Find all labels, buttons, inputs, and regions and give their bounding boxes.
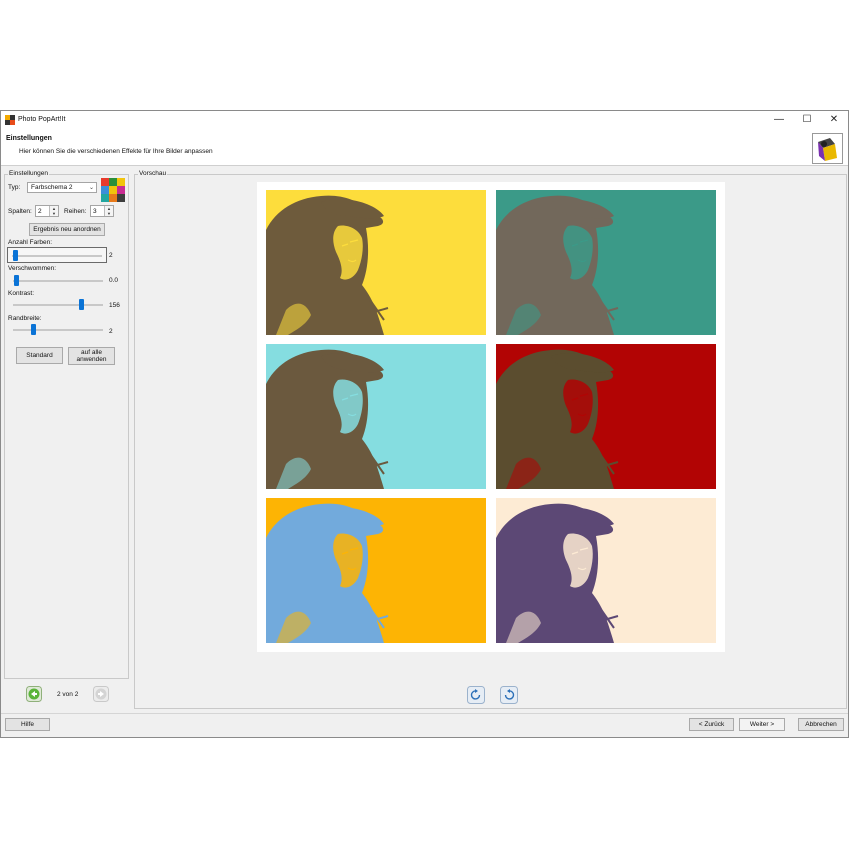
app-window: Photo PopArt!It — ☐ ✕ Einstellungen Hier… (0, 110, 849, 738)
portrait-silhouette-image (266, 190, 486, 335)
standard-button[interactable]: Standard (16, 347, 63, 364)
next-page-icon[interactable] (93, 686, 109, 702)
portrait-silhouette-image (496, 498, 716, 643)
reihen-label: Reihen: (64, 208, 87, 215)
app-logo-icon (5, 115, 15, 125)
preview-tile (266, 344, 486, 489)
page-title: Einstellungen (6, 135, 52, 142)
apply-all-line2: anwenden (76, 356, 107, 363)
wizard-header: Einstellungen Hier können Sie die versch… (1, 129, 848, 166)
settings-group-label: Einstellungen (8, 170, 50, 177)
typ-select-value: Farbschema 2 (31, 184, 73, 191)
window-title: Photo PopArt!It (18, 116, 66, 123)
verschwommen-value: 0.0 (109, 277, 119, 284)
portrait-silhouette-image (496, 190, 716, 335)
previous-page-icon[interactable] (26, 686, 42, 702)
reihen-stepper[interactable]: 3 ▲ ▼ (90, 205, 114, 217)
footer-divider (1, 713, 848, 714)
apply-all-button[interactable]: auf alle anwenden (68, 347, 115, 365)
close-button[interactable]: ✕ (823, 112, 845, 128)
preview-group-label: Vorschau (138, 170, 168, 177)
help-button[interactable]: Hilfe (5, 718, 50, 731)
page-subtitle: Hier können Sie die verschiedenen Effekt… (19, 148, 213, 155)
rotate-left-icon[interactable] (467, 686, 485, 704)
preview-tile (496, 190, 716, 335)
back-button[interactable]: < Zurück (689, 718, 734, 731)
spin-arrows-icon[interactable]: ▲ ▼ (104, 206, 113, 216)
randbreite-value: 2 (109, 328, 113, 335)
verschwommen-label: Verschwommen: (8, 265, 57, 272)
preview-tile (266, 190, 486, 335)
spin-arrows-icon[interactable]: ▲ ▼ (49, 206, 58, 216)
minimize-button[interactable]: — (768, 112, 790, 128)
rearrange-button[interactable]: Ergebnis neu anordnen (29, 223, 105, 236)
product-box-icon (813, 134, 842, 163)
verschwommen-slider-thumb[interactable] (14, 275, 19, 286)
slider-track (12, 255, 102, 257)
preview-tile (266, 498, 486, 643)
spalten-stepper[interactable]: 2 ▲ ▼ (35, 205, 59, 217)
color-scheme-preview-icon[interactable] (101, 178, 125, 202)
portrait-silhouette-image (266, 498, 486, 643)
slider-thumb[interactable] (13, 250, 18, 261)
spalten-value: 2 (38, 208, 42, 215)
reihen-value: 3 (93, 208, 97, 215)
kontrast-value: 156 (109, 302, 120, 309)
kontrast-slider-thumb[interactable] (79, 299, 84, 310)
settings-panel: Einstellungen Typ: Farbschema 2 ⌄ Spalte… (4, 170, 129, 679)
header-logo (812, 133, 843, 164)
cancel-button[interactable]: Abbrechen (798, 718, 844, 731)
randbreite-slider[interactable] (13, 329, 103, 331)
anzahl-farben-label: Anzahl Farben: (8, 239, 53, 246)
typ-label: Typ: (8, 184, 21, 191)
preview-tile (496, 498, 716, 643)
anzahl-farben-slider[interactable] (7, 247, 107, 263)
maximize-button[interactable]: ☐ (796, 112, 818, 128)
randbreite-slider-thumb[interactable] (31, 324, 36, 335)
randbreite-label: Randbreite: (8, 315, 42, 322)
next-button[interactable]: Weiter > (739, 718, 785, 731)
verschwommen-slider[interactable] (13, 280, 103, 282)
chevron-down-icon: ⌄ (88, 185, 94, 191)
kontrast-slider[interactable] (13, 304, 103, 306)
preview-tile (496, 344, 716, 489)
preview-sheet (257, 182, 725, 652)
page-indicator: 2 von 2 (57, 691, 79, 698)
kontrast-label: Kontrast: (8, 290, 35, 297)
portrait-silhouette-image (496, 344, 716, 489)
apply-all-line1: auf alle (81, 349, 102, 356)
portrait-silhouette-image (266, 344, 486, 489)
anzahl-farben-value: 2 (109, 252, 113, 259)
spalten-label: Spalten: (8, 208, 32, 215)
rotate-right-icon[interactable] (500, 686, 518, 704)
title-bar: Photo PopArt!It — ☐ ✕ (1, 111, 848, 129)
typ-select[interactable]: Farbschema 2 ⌄ (27, 182, 97, 193)
preview-panel: Vorschau (134, 170, 847, 709)
